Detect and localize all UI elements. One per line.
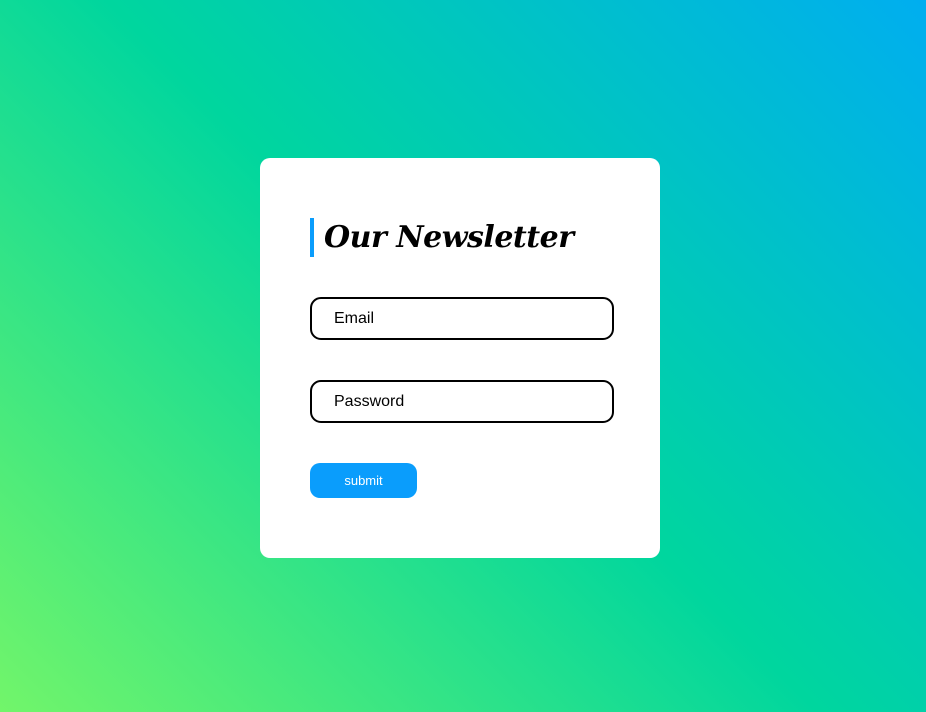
newsletter-card: Our Newsletter submit: [260, 158, 660, 558]
password-input[interactable]: [310, 380, 614, 423]
page-background: { "newsletter": { "title": "Our Newslett…: [0, 0, 926, 712]
email-input[interactable]: [310, 297, 614, 340]
submit-button[interactable]: submit: [310, 463, 417, 498]
title-row: Our Newsletter: [310, 218, 574, 257]
newsletter-title: Our Newsletter: [324, 220, 574, 255]
title-accent-bar: [310, 218, 314, 257]
